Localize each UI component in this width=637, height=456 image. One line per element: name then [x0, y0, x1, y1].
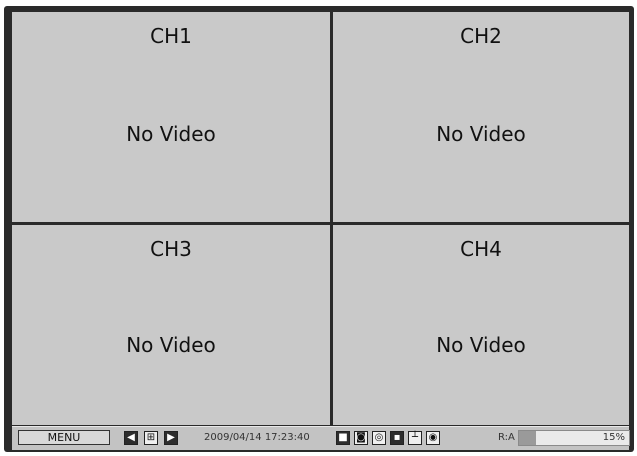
disk-usage-bar: 15%: [518, 430, 630, 446]
no-video-text: No Video: [126, 333, 216, 357]
split-view-icon[interactable]: ⊞: [144, 431, 158, 445]
channel-label: CH3: [150, 237, 192, 261]
disk-usage-percent: 15%: [602, 432, 625, 443]
record-icon: ■: [336, 431, 350, 445]
disk-usage-fill: [519, 431, 536, 445]
alarm-icon: ▪: [390, 431, 404, 445]
no-video-text: No Video: [436, 122, 526, 146]
menu-button[interactable]: MENU: [18, 430, 110, 445]
motion-icon: ◎: [372, 431, 386, 445]
network-icon: ┴: [408, 431, 422, 445]
channel-tile-3[interactable]: CH3 No Video: [12, 225, 330, 425]
next-arrow-icon[interactable]: ▶: [164, 431, 178, 445]
no-video-text: No Video: [126, 122, 216, 146]
channel-label: CH1: [150, 24, 192, 48]
channel-tile-1[interactable]: CH1 No Video: [12, 12, 330, 222]
schedule-icon: ◙: [354, 431, 368, 445]
channel-label: CH4: [460, 237, 502, 261]
channel-label: CH2: [460, 24, 502, 48]
channel-tile-4[interactable]: CH4 No Video: [333, 225, 629, 425]
no-video-text: No Video: [436, 333, 526, 357]
audio-icon: ◉: [426, 431, 440, 445]
datetime-display: 2009/04/14 17:23:40: [204, 432, 310, 443]
status-toolbar: MENU ◀ ⊞ ▶ 2009/04/14 17:23:40 ■ ◙ ◎ ▪ ┴…: [12, 426, 630, 450]
channel-tile-2[interactable]: CH2 No Video: [333, 12, 629, 222]
record-mode-label: R:A: [498, 432, 515, 443]
dvr-screen: CH1 No Video CH2 No Video CH3 No Video C…: [4, 6, 634, 452]
prev-arrow-icon[interactable]: ◀: [124, 431, 138, 445]
